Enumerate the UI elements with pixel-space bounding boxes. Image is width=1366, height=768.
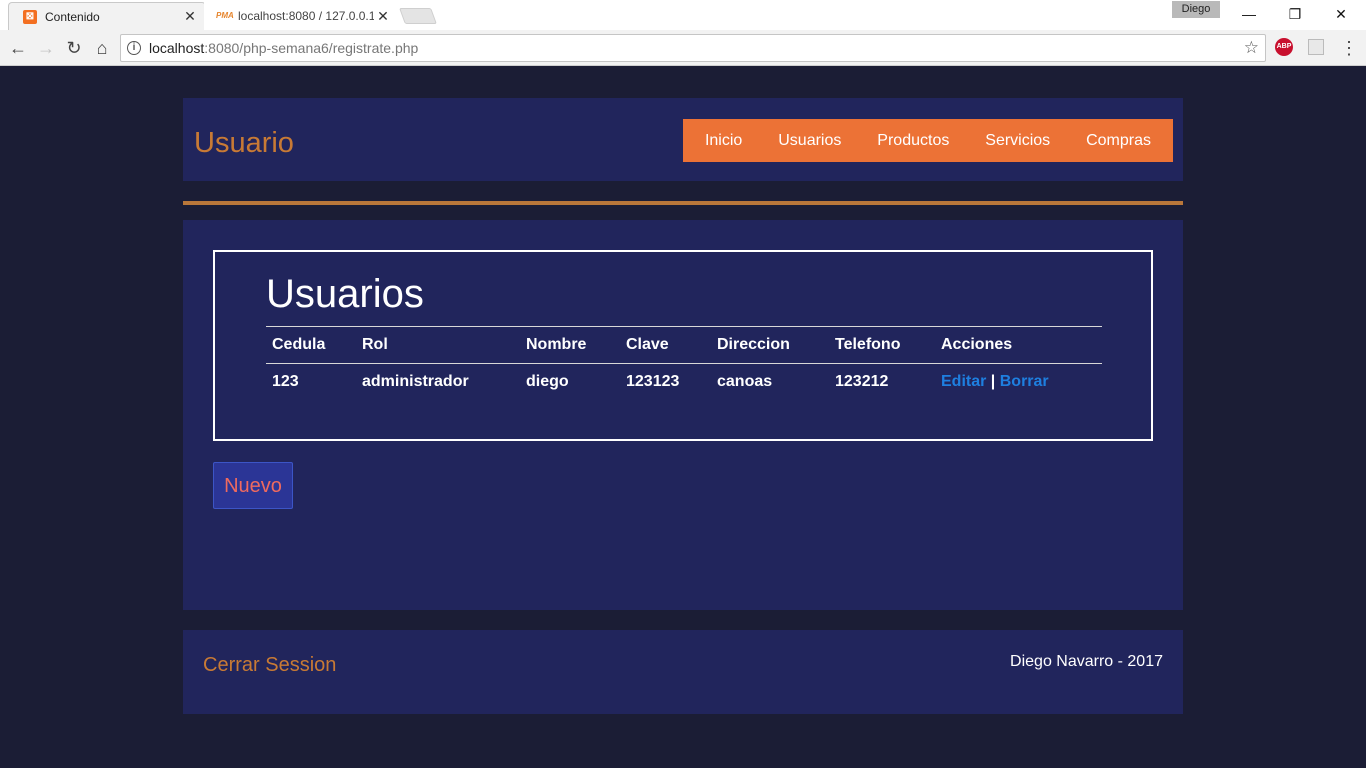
phpmyadmin-icon: PMA [216,11,234,20]
site-title: Usuario [194,127,294,159]
browser-tabstrip: ⊠ Contenido ✕ PMA localhost:8080 / 127.0… [0,0,1366,30]
site-footer: Cerrar Session Diego Navarro - 2017 [183,630,1183,714]
browser-menu-icon[interactable]: ⋮ [1340,36,1358,60]
column-header-rol: Rol [356,326,520,364]
cell-acciones: Editar | Borrar [935,364,1102,400]
minimize-icon[interactable]: — [1226,0,1272,30]
column-header-clave: Clave [620,326,711,364]
bookmark-star-icon[interactable]: ☆ [1244,38,1259,58]
close-icon[interactable]: ✕ [374,8,392,25]
cell-telefono: 123212 [835,372,889,390]
action-separator: | [990,372,996,390]
xampp-icon: ⊠ [23,9,37,24]
browser-toolbar: ← → ↻ ⌂ i localhost:8080/php-semana6/reg… [0,30,1366,66]
copyright-text: Diego Navarro - 2017 [1010,653,1163,670]
new-user-button[interactable]: Nuevo [213,462,293,509]
users-table: Cedula Rol Nombre Clave Direccion Telefo… [266,326,1102,400]
tab-title: Contenido [45,9,100,24]
nav-inicio[interactable]: Inicio [705,132,742,150]
restore-icon[interactable]: ❐ [1272,0,1318,30]
cell-cedula: 123 [272,372,299,390]
profile-button[interactable]: Diego [1172,1,1220,18]
column-header-telefono: Telefono [829,326,935,364]
table-header-row: Cedula Rol Nombre Clave Direccion Telefo… [266,326,1102,364]
column-header-direccion: Direccion [711,326,829,364]
close-window-icon[interactable]: ✕ [1318,0,1364,30]
close-icon[interactable]: ✕ [181,8,199,25]
nav-compras[interactable]: Compras [1086,132,1151,150]
reload-icon[interactable]: ↻ [62,36,86,60]
tab-title: localhost:8080 / 127.0.0.1 [238,9,374,23]
header-divider [183,201,1183,205]
url-path: :8080/php-semana6/registrate.php [204,40,419,56]
delete-link[interactable]: Borrar [1000,373,1049,390]
tab-phpmyadmin[interactable]: PMA localhost:8080 / 127.0.0.1 ✕ [204,2,398,30]
back-arrow-icon[interactable]: ← [6,36,30,60]
logout-link[interactable]: Cerrar Session [203,654,336,677]
table-row: 123 administrador diego 123123 canoas 12… [266,364,1102,400]
site-header: Usuario Inicio Usuarios Productos Servic… [183,98,1183,181]
column-header-nombre: Nombre [520,326,620,364]
edit-link[interactable]: Editar [941,373,986,390]
cell-nombre: diego [526,372,569,390]
main-nav: Inicio Usuarios Productos Servicios Comp… [683,119,1173,162]
address-bar[interactable]: i localhost:8080/php-semana6/registrate.… [120,34,1266,62]
column-header-acciones: Acciones [935,326,1102,364]
home-icon[interactable]: ⌂ [90,36,114,60]
users-panel: Usuarios Cedula Rol Nombre Clave Direcci… [213,250,1153,441]
extension-icon[interactable] [1308,39,1324,55]
nav-productos[interactable]: Productos [877,132,949,150]
tab-contenido[interactable]: ⊠ Contenido ✕ [8,2,206,30]
adblock-icon[interactable]: ABP [1275,38,1293,56]
info-icon[interactable]: i [127,41,141,55]
forward-arrow-icon[interactable]: → [34,36,58,60]
nav-servicios[interactable]: Servicios [985,132,1050,150]
new-tab-button[interactable] [399,8,437,24]
main-content: Usuarios Cedula Rol Nombre Clave Direcci… [183,220,1183,610]
cell-clave: 123123 [626,372,680,390]
cell-direccion: canoas [717,372,773,390]
url-host: localhost [149,40,205,56]
column-header-cedula: Cedula [266,326,356,364]
nav-usuarios[interactable]: Usuarios [778,132,841,150]
cell-rol: administrador [362,372,469,390]
page-title: Usuarios [266,272,424,316]
